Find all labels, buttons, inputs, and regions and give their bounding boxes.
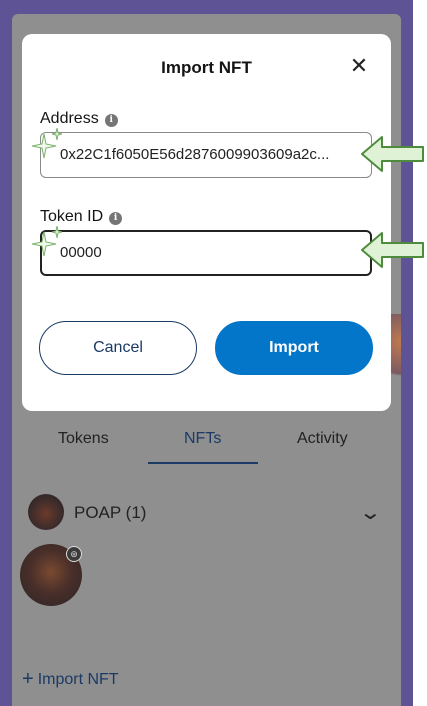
sparkle-icon xyxy=(32,226,62,257)
dialog-title: Import NFT xyxy=(161,58,252,77)
token-id-label: Token ID i xyxy=(40,208,123,226)
import-button[interactable]: Import xyxy=(215,321,373,375)
token-id-value: 00000 xyxy=(60,244,102,261)
plus-icon: + xyxy=(22,668,34,690)
arrow-left-icon xyxy=(361,136,424,172)
import-nft-link[interactable]: + Import NFT xyxy=(22,668,119,691)
tab-bar: Tokens NFTs Activity xyxy=(24,420,394,468)
address-value: 0x22C1f6050E56d2876009903609a2c... xyxy=(60,146,330,163)
import-nft-dialog: Import NFT ✕ Address i 0x22C1f6050E56d287… xyxy=(22,34,391,411)
tab-activity[interactable]: Activity xyxy=(297,430,348,448)
import-nft-link-label: Import NFT xyxy=(37,671,119,688)
close-icon[interactable]: ✕ xyxy=(348,54,370,78)
tab-tokens[interactable]: Tokens xyxy=(58,430,109,448)
token-id-label-text: Token ID xyxy=(40,208,104,225)
collection-avatar xyxy=(28,494,64,530)
tab-nfts[interactable]: NFTs xyxy=(184,430,221,448)
collection-row[interactable]: POAP (1) ⌄ xyxy=(28,492,388,532)
address-label-text: Address xyxy=(40,110,99,127)
info-icon[interactable]: i xyxy=(104,114,118,127)
background-art xyxy=(390,314,401,384)
network-badge-icon: ⊛ xyxy=(66,546,82,562)
active-tab-indicator xyxy=(148,462,258,464)
address-input[interactable]: 0x22C1f6050E56d2876009903609a2c... xyxy=(40,132,372,178)
token-id-input[interactable]: 00000 xyxy=(40,230,372,276)
sparkle-icon xyxy=(32,128,62,159)
address-label: Address i xyxy=(40,110,118,128)
chevron-down-icon[interactable]: ⌄ xyxy=(359,500,382,525)
cancel-button[interactable]: Cancel xyxy=(39,321,197,375)
info-icon[interactable]: i xyxy=(109,212,123,225)
arrow-left-icon xyxy=(361,232,424,268)
collection-name: POAP (1) xyxy=(74,503,147,522)
